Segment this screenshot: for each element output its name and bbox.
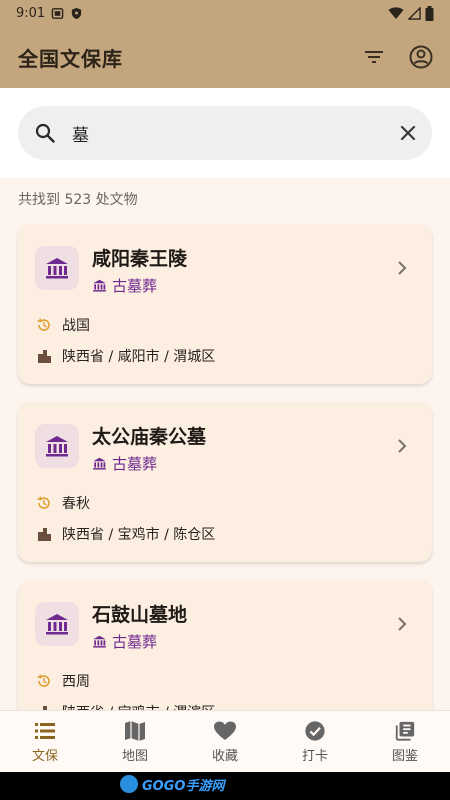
nav-item-heritage[interactable]: 文保 (0, 711, 90, 772)
nav-item-favorites[interactable]: 收藏 (180, 711, 270, 772)
results-list: 共找到 523 处文物 咸阳秦王陵 古墓葬 战国 陕西省 / 咸阳市 / 渭城区… (0, 178, 450, 710)
museum-small-icon (93, 635, 106, 648)
museum-small-icon (93, 279, 106, 292)
heart-icon (214, 721, 236, 740)
city-icon (38, 528, 51, 541)
status-time: 9:01 (16, 5, 46, 21)
result-count: 共找到 523 处文物 (18, 192, 138, 208)
site-name: 咸阳秦王陵 (92, 248, 188, 270)
system-gesture-bar (0, 772, 450, 800)
site-location-label: 陕西省 / 宝鸡市 / 渭滨区 (62, 702, 215, 710)
search-area: 墓 (0, 88, 450, 178)
app-bar: 全国文保库 (0, 26, 450, 88)
shield-icon (72, 7, 82, 19)
museum-icon (35, 602, 79, 646)
site-type-label: 古墓葬 (112, 633, 158, 651)
watermark-text: GOGO手游网 (142, 778, 225, 794)
nav-label: 收藏 (211, 748, 238, 764)
nav-label: 打卡 (301, 748, 328, 764)
site-location: 陕西省 / 宝鸡市 / 渭滨区 (36, 702, 215, 710)
wifi-icon (388, 7, 404, 19)
site-era: 战国 (36, 315, 90, 335)
site-type: 古墓葬 (92, 275, 157, 296)
site-name: 太公庙秦公墓 (92, 426, 207, 448)
battery-icon (425, 5, 434, 21)
museum-icon (35, 424, 79, 468)
check-circle-icon (305, 720, 325, 741)
site-type: 古墓葬 (92, 453, 157, 474)
collection-icon (395, 721, 415, 741)
site-era: 春秋 (36, 493, 90, 513)
heritage-card[interactable]: 石鼓山墓地 古墓葬 西周 陕西省 / 宝鸡市 / 渭滨区 (18, 580, 432, 710)
heritage-card[interactable]: 咸阳秦王陵 古墓葬 战国 陕西省 / 咸阳市 / 渭城区 (18, 224, 432, 384)
search-input-value: 墓 (72, 125, 89, 146)
site-type: 古墓葬 (92, 631, 157, 652)
list-icon (35, 722, 55, 739)
page-title: 全国文保库 (18, 46, 123, 71)
chevron-right-icon (398, 617, 407, 631)
chevron-right-icon (398, 261, 407, 275)
site-era-label: 西周 (62, 674, 90, 690)
museum-icon (35, 246, 79, 290)
site-type-label: 古墓葬 (112, 277, 158, 295)
site-era: 西周 (36, 671, 90, 691)
screen-record-icon (51, 7, 64, 19)
site-location-label: 陕西省 / 咸阳市 / 渭城区 (62, 349, 216, 365)
nav-item-checkin[interactable]: 打卡 (270, 711, 360, 772)
bottom-nav: 文保 地图 收藏 打卡 图鉴 (0, 710, 450, 772)
map-icon (125, 720, 145, 741)
signal-icon (408, 6, 421, 20)
clear-icon[interactable] (398, 123, 418, 143)
history-icon (37, 674, 50, 687)
city-icon (38, 350, 51, 363)
nav-label: 文保 (31, 748, 58, 764)
watermark: GOGO手游网 (120, 773, 224, 795)
site-location: 陕西省 / 宝鸡市 / 陈仓区 (36, 524, 215, 544)
status-bar: 9:01 (0, 0, 450, 26)
nav-label: 地图 (121, 748, 148, 764)
site-era-label: 战国 (62, 318, 90, 334)
site-name: 石鼓山墓地 (92, 604, 188, 626)
account-icon[interactable] (408, 44, 434, 70)
site-location: 陕西省 / 咸阳市 / 渭城区 (36, 346, 215, 366)
site-location-label: 陕西省 / 宝鸡市 / 陈仓区 (62, 527, 216, 543)
nav-item-collection[interactable]: 图鉴 (360, 711, 450, 772)
history-icon (37, 496, 50, 509)
chevron-right-icon (398, 439, 407, 453)
filter-icon[interactable] (362, 45, 386, 69)
nav-label: 图鉴 (391, 748, 418, 764)
nav-item-map[interactable]: 地图 (90, 711, 180, 772)
watermark-logo-icon (120, 775, 138, 793)
museum-small-icon (93, 457, 106, 470)
search-icon (35, 123, 55, 143)
site-era-label: 春秋 (62, 496, 90, 512)
history-icon (37, 318, 50, 331)
site-type-label: 古墓葬 (112, 455, 158, 473)
search-input[interactable]: 墓 (18, 106, 432, 160)
heritage-card[interactable]: 太公庙秦公墓 古墓葬 春秋 陕西省 / 宝鸡市 / 陈仓区 (18, 402, 432, 562)
